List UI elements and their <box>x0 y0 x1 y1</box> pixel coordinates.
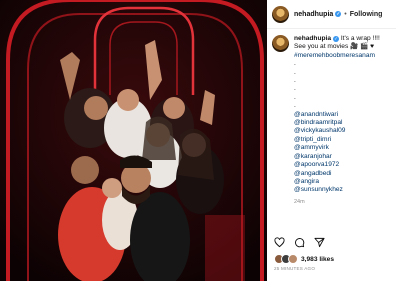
post-author[interactable]: nehadhupia ✓ <box>294 11 342 18</box>
mention-link[interactable]: @angira <box>294 178 391 186</box>
mention-link[interactable]: @bindraamritpal <box>294 119 391 127</box>
post-date[interactable]: 25 MINUTES AGO <box>274 266 315 271</box>
group-photo-illustration <box>0 0 267 281</box>
comment-timestamp[interactable]: 24m <box>294 198 391 206</box>
share-icon[interactable] <box>314 237 325 248</box>
post-header: nehadhupia ✓ • Following <box>267 0 396 29</box>
spacer-line: . <box>294 93 296 101</box>
comment-icon[interactable] <box>294 237 305 248</box>
verified-badge-icon: ✓ <box>335 11 342 17</box>
liker-avatar[interactable] <box>288 254 298 264</box>
verified-badge-icon: ✓ <box>333 35 339 42</box>
spacer-line: . <box>294 85 296 93</box>
spacer-line: . <box>294 60 296 68</box>
mention-link[interactable]: @ammyvirk <box>294 144 391 152</box>
caption-avatar[interactable] <box>272 35 289 52</box>
mention-link[interactable]: @anandntiwari <box>294 111 391 119</box>
avatar[interactable] <box>272 5 289 23</box>
caption-body: nehadhupia ✓ It's a wrap !!!! See you at … <box>294 35 391 206</box>
caption-username[interactable]: nehadhupia <box>294 35 331 42</box>
caption-block: nehadhupia ✓ It's a wrap !!!! See you at … <box>267 29 396 206</box>
following-button[interactable]: Following <box>350 11 383 18</box>
spacer-line: . <box>294 102 296 110</box>
like-count[interactable]: 3,983 likes <box>301 256 334 263</box>
caption-spacer: . . . . . . <box>294 60 391 110</box>
mention-link[interactable]: @tripti_dimri <box>294 136 391 144</box>
mention-link[interactable]: @vickykaushal09 <box>294 127 391 135</box>
mention-link[interactable]: @angadbedi <box>294 170 391 178</box>
mention-link[interactable]: @karanjohar <box>294 153 391 161</box>
post-photo[interactable] <box>0 0 267 281</box>
spacer-line: . <box>294 68 296 76</box>
likes-row: 3,983 likes <box>274 254 334 264</box>
separator-dot: • <box>344 10 347 18</box>
action-bar <box>274 237 325 248</box>
mention-link[interactable]: @sunsunnykhez <box>294 186 391 194</box>
mention-link[interactable]: @apoorva1972 <box>294 161 391 169</box>
mention-list: @anandntiwari @bindraamritpal @vickykaus… <box>294 111 391 195</box>
username-label[interactable]: nehadhupia <box>294 11 333 18</box>
post-sidebar: nehadhupia ✓ • Following nehadhupia ✓ It's… <box>267 0 396 281</box>
instagram-post: nehadhupia ✓ • Following nehadhupia ✓ It's… <box>0 0 396 281</box>
hashtag-link[interactable]: #meremehboobmeresanam <box>294 52 391 60</box>
spacer-line: . <box>294 77 296 85</box>
heart-icon[interactable] <box>274 237 285 248</box>
